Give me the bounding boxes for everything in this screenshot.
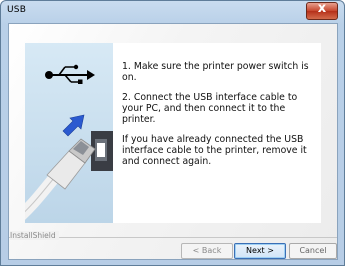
instruction-panel: 1. Make sure the printer power switch is… (25, 43, 321, 223)
cancel-button[interactable]: Cancel (289, 243, 337, 259)
back-button[interactable]: < Back (181, 243, 233, 259)
instruction-note: If you have already connected the USB in… (122, 134, 307, 167)
installshield-label: InstallShield (10, 231, 59, 240)
usb-illustration (25, 64, 113, 220)
arrow-right-icon (62, 114, 85, 137)
close-icon: x (317, 1, 327, 16)
usb-cable-illustration (25, 138, 96, 220)
printer-port-shape (91, 131, 113, 171)
window-title: USB (7, 5, 27, 15)
instruction-step-2: 2. Connect the USB interface cable to yo… (122, 92, 298, 125)
next-button[interactable]: Next > (234, 243, 286, 259)
close-button[interactable]: x (306, 1, 338, 20)
instruction-text: 1. Make sure the printer power switch is… (122, 61, 318, 176)
usb-dialog-window: USB x 1. Make sure the printer power swi… (0, 0, 345, 266)
usb-illustration-pane (25, 43, 113, 223)
instruction-step-1: 1. Make sure the printer power switch is… (122, 61, 309, 83)
title-bar[interactable]: USB x (1, 1, 344, 23)
usb-symbol-icon (45, 64, 95, 84)
dialog-content-area: 1. Make sure the printer power switch is… (8, 23, 338, 260)
